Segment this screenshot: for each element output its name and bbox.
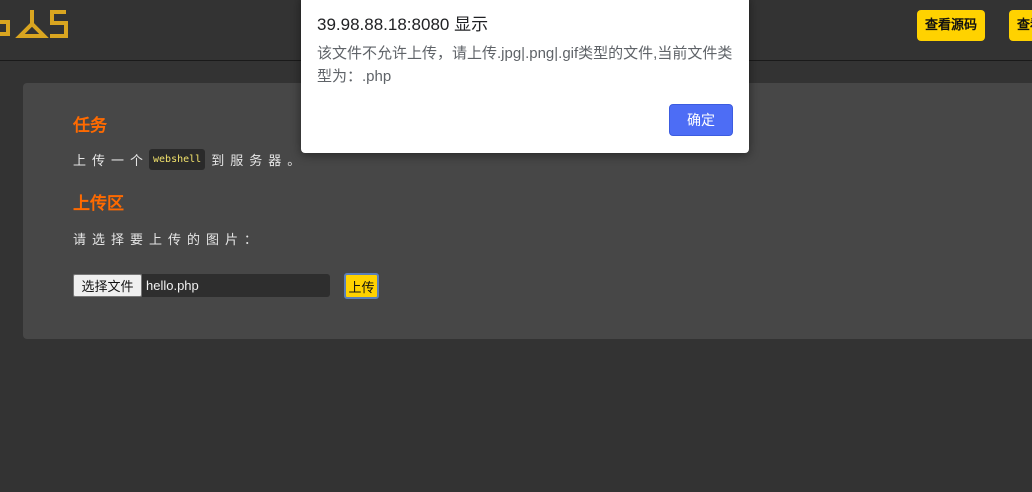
upload-submit-button[interactable]: 上传 <box>344 273 379 299</box>
choose-file-button[interactable]: 选择文件 <box>73 274 142 297</box>
dialog-title: 39.98.88.18:8080 显示 <box>317 15 489 34</box>
dialog-message: 该文件不允许上传，请上传.jpg|.png|.gif类型的文件,当前文件类型为：… <box>317 45 733 85</box>
task-description: 上传一个 webshell 到服务器。 <box>73 149 306 170</box>
upload-heading: 上传区 <box>73 194 124 214</box>
alert-dialog: 39.98.88.18:8080 显示 该文件不允许上传，请上传.jpg|.pn… <box>301 0 749 153</box>
logo-icon[interactable] <box>0 8 70 40</box>
view-source-button[interactable]: 查看源码 <box>917 10 985 41</box>
webshell-code: webshell <box>149 149 206 170</box>
task-text-after: 到服务器。 <box>211 154 307 169</box>
task-text-before: 上传一个 <box>73 154 150 169</box>
selected-file-name: hello.php <box>142 274 330 297</box>
task-heading: 任务 <box>73 116 107 136</box>
dialog-ok-button[interactable]: 确定 <box>669 104 733 136</box>
upload-prompt: 请选择要上传的图片： <box>73 233 264 248</box>
view-hint-button[interactable]: 查看提示 <box>1009 10 1032 41</box>
file-input[interactable]: 选择文件 hello.php <box>73 274 330 297</box>
